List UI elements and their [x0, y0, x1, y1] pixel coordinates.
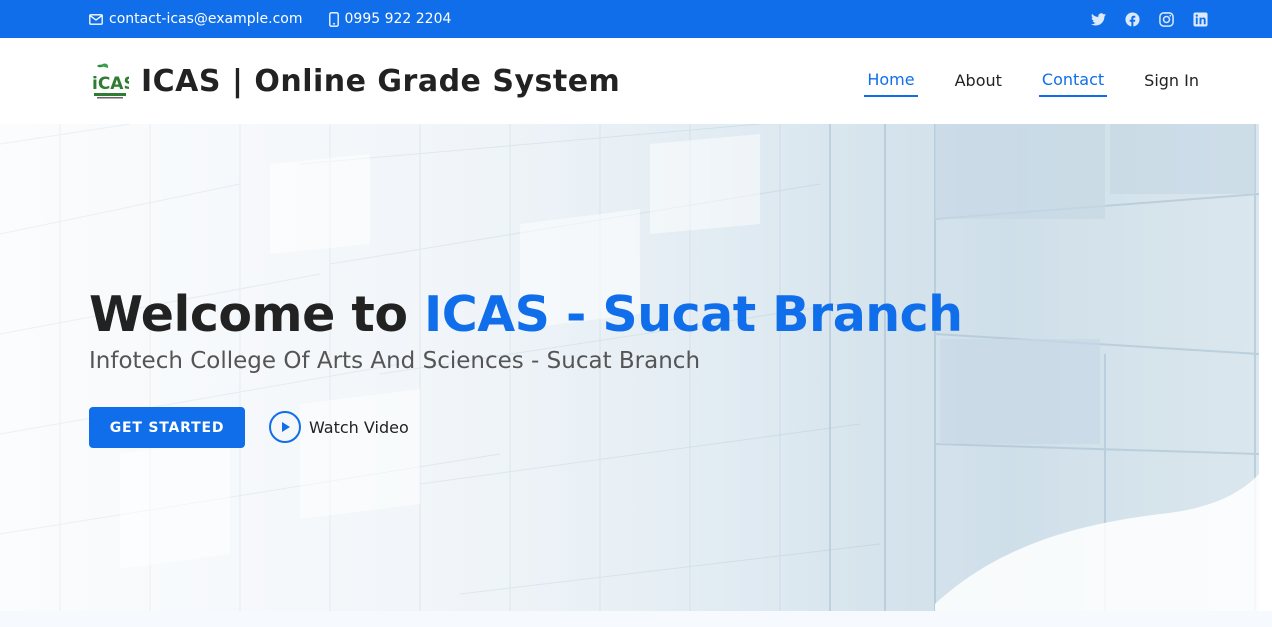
nav-home[interactable]: Home — [864, 66, 918, 97]
hero-section: Welcome to ICAS - Sucat Branch Infotech … — [0, 124, 1259, 611]
logo-text: iCAS — [92, 74, 129, 94]
email-text[interactable]: contact-icas@example.com — [109, 11, 303, 27]
site-title[interactable]: ICAS | Online Grade System — [141, 64, 620, 99]
twitter-icon[interactable] — [1090, 11, 1106, 27]
phone-item[interactable]: 0995 922 2204 — [328, 11, 452, 27]
site-header: iCAS ICAS | Online Grade System Home Abo… — [0, 38, 1272, 124]
get-started-button[interactable]: GET STARTED — [89, 407, 245, 448]
nav-about[interactable]: About — [952, 67, 1005, 96]
scrollbar-gutter — [1259, 124, 1272, 611]
hero-subtitle: Infotech College Of Arts And Sciences - … — [89, 348, 701, 374]
envelope-icon — [89, 13, 103, 25]
phone-text[interactable]: 0995 922 2204 — [345, 11, 452, 27]
icas-logo[interactable]: iCAS — [91, 62, 136, 100]
social-links — [1072, 0, 1208, 38]
contact-info: contact-icas@example.com 0995 922 2204 — [89, 0, 477, 38]
email-item[interactable]: contact-icas@example.com — [89, 11, 303, 27]
phone-icon — [328, 11, 339, 27]
hero-title-prefix: Welcome to — [89, 286, 425, 343]
linkedin-icon[interactable] — [1192, 11, 1208, 27]
brand[interactable]: iCAS ICAS | Online Grade System — [91, 62, 620, 100]
hero-title-highlight: ICAS - Sucat Branch — [424, 286, 963, 343]
nav-sign-in[interactable]: Sign In — [1141, 67, 1202, 96]
next-section-edge — [0, 611, 1272, 627]
watch-video-button[interactable]: Watch Video — [269, 411, 409, 443]
nav-contact[interactable]: Contact — [1038, 66, 1108, 97]
main-nav: Home About Contact Sign In — [830, 38, 1202, 124]
top-bar: contact-icas@example.com 0995 922 2204 — [0, 0, 1272, 38]
facebook-icon[interactable] — [1124, 11, 1140, 27]
watch-video-label[interactable]: Watch Video — [309, 418, 409, 437]
instagram-icon[interactable] — [1158, 11, 1174, 27]
play-icon[interactable] — [269, 411, 301, 443]
hero-title: Welcome to ICAS - Sucat Branch — [89, 286, 963, 343]
